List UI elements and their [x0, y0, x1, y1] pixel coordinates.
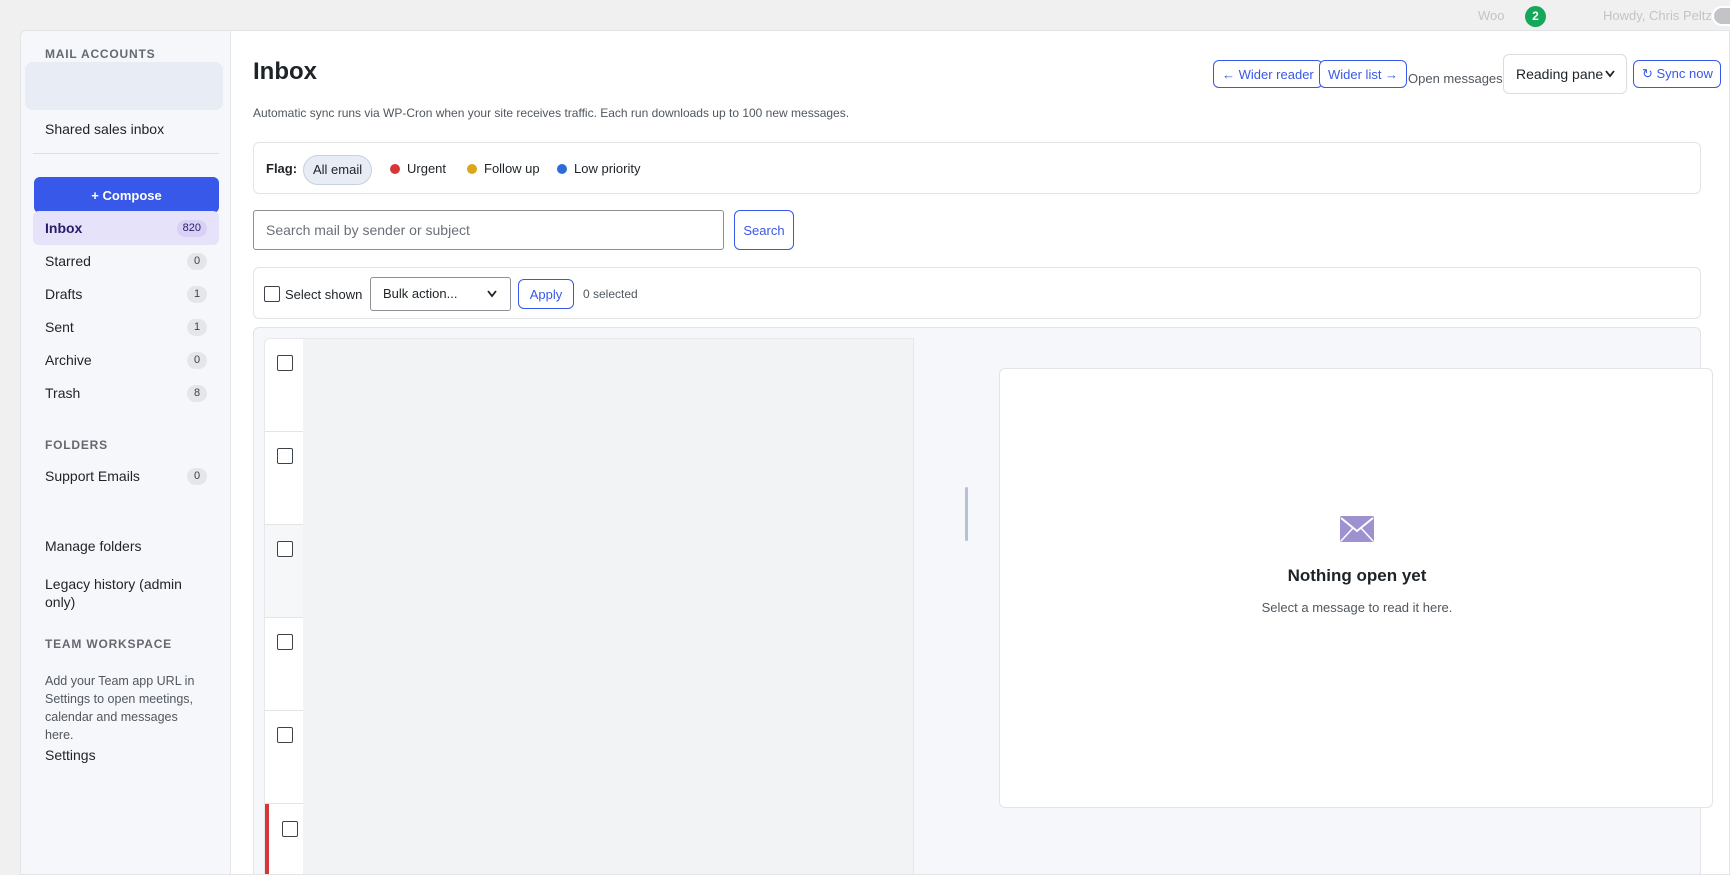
message-list-content — [303, 339, 913, 874]
notification-badge[interactable]: 2 — [1525, 6, 1546, 27]
flag-filter-label: Follow up — [484, 161, 540, 176]
open-messages-select[interactable]: Reading pane — [1503, 54, 1627, 94]
wider-list-button[interactable]: Wider list → — [1319, 60, 1408, 88]
chevron-down-icon — [1604, 55, 1616, 108]
compose-button[interactable]: + Compose — [34, 177, 219, 213]
settings-link[interactable]: Settings — [45, 746, 205, 764]
row-checkbox[interactable] — [277, 541, 293, 557]
sync-note: Automatic sync runs via WP-Cron when you… — [253, 106, 850, 120]
avatar[interactable] — [1712, 6, 1730, 26]
mail-account-selected[interactable] — [25, 62, 223, 110]
sidebar-divider — [33, 153, 219, 154]
list-item[interactable] — [265, 525, 303, 618]
flag-filter-label: All email — [313, 162, 363, 177]
sidebar-item-label: Inbox — [45, 220, 83, 236]
sidebar-item-label: Support Emails — [45, 468, 140, 484]
selected-count: 0 selected — [583, 287, 638, 301]
count-badge: 1 — [187, 319, 207, 336]
flag-filter-all-email[interactable]: All email — [303, 155, 373, 185]
list-item[interactable] — [265, 339, 303, 432]
admin-bar-woo[interactable]: Woo — [1478, 8, 1505, 23]
empty-state-subtitle: Select a message to read it here. — [1261, 600, 1453, 615]
reading-pane: Nothing open yet Select a message to rea… — [999, 368, 1713, 808]
row-checkbox[interactable] — [277, 634, 293, 650]
bulk-action-bar: Select shown Bulk action... Apply 0 sele… — [253, 267, 1701, 319]
flag-filter-follow-up[interactable]: Follow up — [458, 155, 549, 185]
team-workspace-heading: TEAM WORKSPACE — [45, 637, 172, 651]
count-badge: 0 — [187, 253, 207, 270]
open-messages-value: Reading pane — [1516, 66, 1604, 82]
empty-state-title: Nothing open yet — [1287, 566, 1427, 585]
bulk-action-select[interactable]: Bulk action... — [370, 277, 511, 311]
mail-accounts-heading: MAIL ACCOUNTS — [45, 47, 156, 61]
sidebar-item-starred[interactable]: Starred 0 — [33, 244, 219, 278]
flag-filter-label: Low priority — [574, 161, 641, 176]
follow-up-dot-icon — [467, 164, 477, 174]
bulk-action-value: Bulk action... — [383, 286, 458, 301]
sync-now-button[interactable]: ↻ Sync now — [1633, 60, 1721, 88]
count-badge: 0 — [187, 468, 207, 485]
sidebar: MAIL ACCOUNTS Shared sales inbox + Compo… — [21, 31, 231, 874]
row-checkbox[interactable] — [277, 727, 293, 743]
count-badge: 1 — [187, 286, 207, 303]
list-item[interactable] — [265, 711, 303, 804]
sidebar-item-sent[interactable]: Sent 1 — [33, 310, 219, 344]
row-checkbox[interactable] — [282, 821, 298, 837]
sidebar-item-archive[interactable]: Archive 0 — [33, 343, 219, 377]
low-priority-dot-icon — [557, 164, 567, 174]
list-item[interactable] — [265, 618, 303, 711]
select-shown-checkbox[interactable] — [264, 286, 280, 302]
wider-reader-button[interactable]: ← Wider reader — [1213, 60, 1323, 88]
flag-filter-urgent[interactable]: Urgent — [381, 155, 455, 185]
mail-app: MAIL ACCOUNTS Shared sales inbox + Compo… — [20, 30, 1730, 875]
count-badge: 8 — [187, 385, 207, 402]
list-item-urgent[interactable] — [265, 804, 303, 874]
open-messages-label: Open messages — [1408, 71, 1503, 86]
sidebar-item-support-emails[interactable]: Support Emails 0 — [33, 459, 219, 493]
flag-filter-bar: Flag: All email Urgent Follow up Low pri… — [253, 142, 1701, 194]
admin-bar: Woo 2 Howdy, Chris Peltz — [0, 0, 1730, 32]
message-list — [264, 338, 914, 874]
envelope-icon — [1340, 516, 1374, 542]
chevron-down-icon — [486, 278, 498, 322]
select-shown-label[interactable]: Select shown — [285, 287, 362, 302]
flag-filter-label: Urgent — [407, 161, 447, 176]
page-title: Inbox — [253, 58, 317, 85]
count-badge: 0 — [187, 352, 207, 369]
urgent-dot-icon — [390, 164, 400, 174]
search-input[interactable] — [253, 210, 724, 250]
team-workspace-note: Add your Team app URL in Settings to ope… — [45, 674, 195, 742]
sidebar-item-label: Archive — [45, 352, 92, 368]
sidebar-item-label: Sent — [45, 319, 74, 335]
sidebar-item-inbox[interactable]: Inbox 820 — [33, 211, 219, 245]
sidebar-item-label: Starred — [45, 253, 91, 269]
count-badge: 820 — [176, 220, 207, 237]
admin-bar-howdy[interactable]: Howdy, Chris Peltz — [1603, 8, 1712, 23]
account-shared-sales-inbox[interactable]: Shared sales inbox — [45, 121, 164, 137]
folders-heading: FOLDERS — [45, 438, 108, 452]
flag-filter-low-priority[interactable]: Low priority — [548, 155, 649, 185]
search-button[interactable]: Search — [734, 210, 794, 250]
pane-resize-handle[interactable] — [965, 487, 968, 541]
row-checkbox[interactable] — [277, 355, 293, 371]
flag-label: Flag: — [266, 161, 298, 176]
sidebar-item-drafts[interactable]: Drafts 1 — [33, 277, 219, 311]
list-item[interactable] — [265, 432, 303, 525]
row-checkbox[interactable] — [277, 448, 293, 464]
apply-button[interactable]: Apply — [518, 279, 574, 309]
sidebar-item-label: Trash — [45, 385, 81, 401]
sidebar-item-label: Drafts — [45, 286, 83, 302]
sidebar-item-trash[interactable]: Trash 8 — [33, 376, 219, 410]
legacy-history-link[interactable]: Legacy history (admin only) — [45, 575, 205, 611]
manage-folders-link[interactable]: Manage folders — [45, 537, 205, 555]
